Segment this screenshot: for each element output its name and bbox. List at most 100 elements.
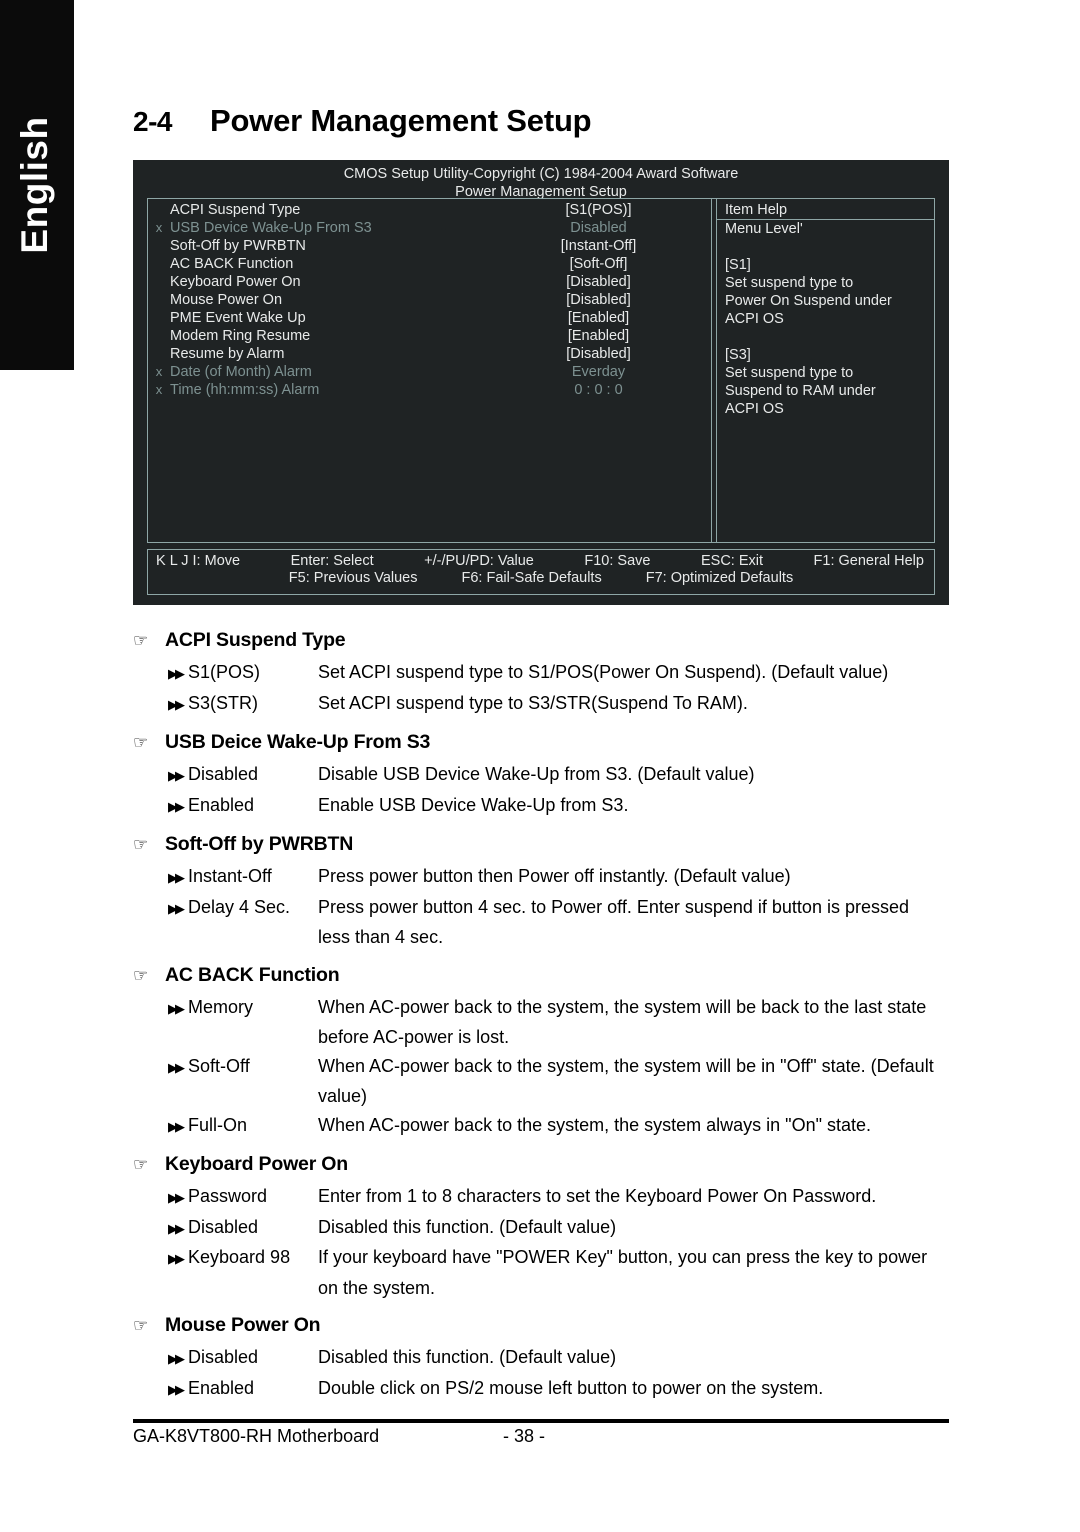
double-triangle-icon: ▶▶	[168, 1351, 185, 1366]
double-triangle-icon: ▶▶	[168, 1190, 185, 1205]
bios-row-value[interactable]: [Instant-Off]	[486, 238, 711, 254]
bios-setting-row[interactable]: Resume by Alarm [Disabled]	[148, 346, 711, 364]
settings-descriptions: ☞ ACPI Suspend Type ▶▶ S1(POS) Set ACPI susp…	[133, 617, 963, 1406]
footer-page-number: - 38 -	[503, 1426, 546, 1446]
pointing-hand-icon: ☞	[133, 965, 149, 985]
bios-row-value[interactable]: [Disabled]	[486, 346, 711, 362]
bios-row-label: Keyboard Power On	[170, 274, 301, 290]
key-legend-item: Enter: Select	[290, 553, 374, 569]
setting-option-row: ▶▶ Password Enter from 1 to 8 characters t…	[133, 1182, 963, 1213]
item-help-line: Set suspend type to	[725, 365, 854, 381]
bios-setting-row[interactable]: PME Event Wake Up [Enabled]	[148, 310, 711, 328]
item-help-line: [S1]	[725, 257, 751, 273]
item-help-line: ACPI OS	[725, 401, 784, 417]
bios-row-label: ACPI Suspend Type	[170, 202, 301, 218]
setting-option-row: ▶▶ Soft-Off When AC-power back to the syst…	[133, 1052, 963, 1083]
setting-option-row: ▶▶ Enabled Double click on PS/2 mouse left…	[133, 1374, 963, 1405]
setting-section-heading: ☞ USB Deice Wake-Up From S3	[133, 731, 963, 754]
setting-section: ☞ AC BACK Function ▶▶ Memory When AC-power b…	[133, 964, 963, 1142]
setting-option-name: Enabled	[188, 1377, 255, 1398]
bios-setting-row[interactable]: Keyboard Power On [Disabled]	[148, 274, 711, 292]
bios-key-legend: K L J I: Move Enter: Select +/-/PU/PD: Val…	[147, 549, 935, 595]
setting-section: ☞ ACPI Suspend Type ▶▶ S1(POS) Set ACPI susp…	[133, 629, 963, 719]
bios-setting-row[interactable]: Soft-Off by PWRBTN [Instant-Off]	[148, 238, 711, 256]
page-title: 2-4 Power Management Setup	[133, 103, 592, 139]
bios-setting-row[interactable]: AC BACK Function [Soft-Off]	[148, 256, 711, 274]
setting-section-heading: ☞ ACPI Suspend Type	[133, 629, 963, 652]
double-triangle-icon: ▶▶	[168, 1251, 185, 1266]
double-triangle-icon: ▶▶	[168, 696, 185, 712]
setting-section-title: Soft-Off by PWRBTN	[165, 833, 354, 855]
item-help-line	[717, 328, 934, 346]
setting-section-title: Keyboard Power On	[165, 1153, 348, 1175]
setting-option-row: ▶▶ Delay 4 Sec. Press power button 4 sec. …	[133, 893, 963, 924]
setting-option-row: ▶▶ Memory When AC-power back to the system…	[133, 993, 963, 1024]
bios-setting-row[interactable]: x Time (hh:mm:ss) Alarm 0 : 0 : 0	[148, 382, 711, 400]
double-triangle-icon: ▶▶	[168, 768, 185, 783]
bios-setting-row[interactable]: x Date (of Month) Alarm Everday	[148, 364, 711, 382]
setting-section: ☞ USB Deice Wake-Up From S3 ▶▶ Disabled Disa…	[133, 731, 963, 821]
setting-option-name: Delay 4 Sec.	[188, 896, 291, 917]
setting-option-description: Enable USB Device Wake-Up from S3.	[318, 794, 629, 815]
setting-option-row: ▶▶ Enabled Enable USB Device Wake-Up from …	[133, 791, 963, 822]
item-help-line: Set suspend type to	[725, 275, 854, 291]
item-help-line: [S3]	[725, 347, 751, 363]
bios-setting-row[interactable]: Modem Ring Resume [Enabled]	[148, 328, 711, 346]
setting-option-row: ▶▶ S1(POS) Set ACPI suspend type to S1/POS…	[133, 658, 963, 689]
bios-row-value[interactable]: [Disabled]	[486, 274, 711, 290]
setting-section-title: USB Deice Wake-Up From S3	[165, 731, 431, 753]
double-triangle-icon: ▶▶	[168, 666, 185, 681]
key-legend-item: F7: Optimized Defaults	[645, 570, 794, 586]
footer-divider	[133, 1419, 949, 1423]
bios-row-value[interactable]: [Disabled]	[486, 292, 711, 308]
bios-row-label: AC BACK Function	[170, 256, 294, 272]
bios-row-disabled-marker: x	[155, 364, 163, 379]
bios-row-label: Soft-Off by PWRBTN	[170, 238, 306, 254]
setting-option-name: S1(POS)	[188, 662, 261, 682]
setting-option-name: S3(STR)	[188, 692, 259, 713]
bios-copyright-line: CMOS Setup Utility-Copyright (C) 1984-20…	[343, 166, 739, 182]
setting-option-row: ▶▶ Instant-Off Press power button then Pow…	[133, 862, 963, 893]
setting-option-description: Disable USB Device Wake-Up from S3. (Def…	[318, 764, 755, 784]
setting-section-title: ACPI Suspend Type	[165, 629, 346, 651]
setting-option-name: Instant-Off	[188, 866, 272, 886]
item-help-line: Menu Level'	[725, 221, 803, 237]
double-triangle-icon: ▶▶	[168, 1381, 185, 1397]
pointing-hand-icon: ☞	[133, 1316, 149, 1335]
setting-option-description: Enter from 1 to 8 characters to set the …	[318, 1186, 877, 1206]
key-legend-item: +/-/PU/PD: Value	[424, 553, 534, 569]
bios-row-value[interactable]: 0 : 0 : 0	[486, 382, 711, 398]
setting-option-description: Press power button 4 sec. to Power off. …	[318, 896, 909, 917]
setting-option-description: Disabled this function. (Default value)	[318, 1216, 617, 1237]
setting-option-row: ▶▶ Keyboard 98 If your keyboard have "POWE…	[133, 1243, 963, 1274]
bios-row-label: Time (hh:mm:ss) Alarm	[170, 382, 320, 398]
bios-setup-screenshot: CMOS Setup Utility-Copyright (C) 1984-20…	[133, 160, 949, 605]
bios-setting-row[interactable]: ACPI Suspend Type [S1(POS)]	[148, 202, 711, 220]
setting-option-name: Enabled	[188, 794, 255, 815]
key-legend-item: F5: Previous Values	[288, 570, 418, 586]
bios-row-value[interactable]: [S1(POS)]	[486, 202, 711, 218]
bios-setting-row[interactable]: x USB Device Wake-Up From S3 Disabled	[148, 220, 711, 238]
setting-option-description: If your keyboard have "POWER Key" button…	[318, 1247, 928, 1267]
setting-option-name: Keyboard 98	[188, 1247, 291, 1267]
item-help-title: Item Help	[717, 202, 934, 220]
bios-title-block: CMOS Setup Utility-Copyright (C) 1984-20…	[133, 160, 949, 201]
setting-option-description-continued: value)	[318, 1086, 368, 1106]
bios-row-value[interactable]: [Enabled]	[486, 328, 711, 344]
language-tab: English	[0, 0, 74, 370]
key-legend-item: ESC: Exit	[700, 553, 764, 569]
key-legend-item: K L J I: Move	[156, 553, 241, 569]
bios-setting-row[interactable]: Mouse Power On [Disabled]	[148, 292, 711, 310]
bios-row-value[interactable]: Everday	[486, 364, 711, 380]
pointing-hand-icon: ☞	[133, 733, 149, 752]
setting-option-description: When AC-power back to the system, the sy…	[318, 1114, 871, 1135]
setting-option-description: Disabled this function. (Default value)	[318, 1347, 617, 1367]
bios-row-value[interactable]: Disabled	[486, 220, 711, 236]
setting-option-name: Disabled	[188, 1347, 259, 1367]
bios-row-value[interactable]: [Enabled]	[486, 310, 711, 326]
bios-item-help-pane: Item Help Menu Level' [S1] Set suspend ty…	[712, 199, 934, 542]
double-triangle-icon: ▶▶	[168, 1118, 185, 1134]
bios-row-value[interactable]: [Soft-Off]	[486, 256, 711, 272]
bios-key-legend-row-2: F5: Previous Values F6: Fail-Safe Default…	[148, 569, 934, 586]
setting-option-description-continued: less than 4 sec.	[318, 927, 444, 947]
